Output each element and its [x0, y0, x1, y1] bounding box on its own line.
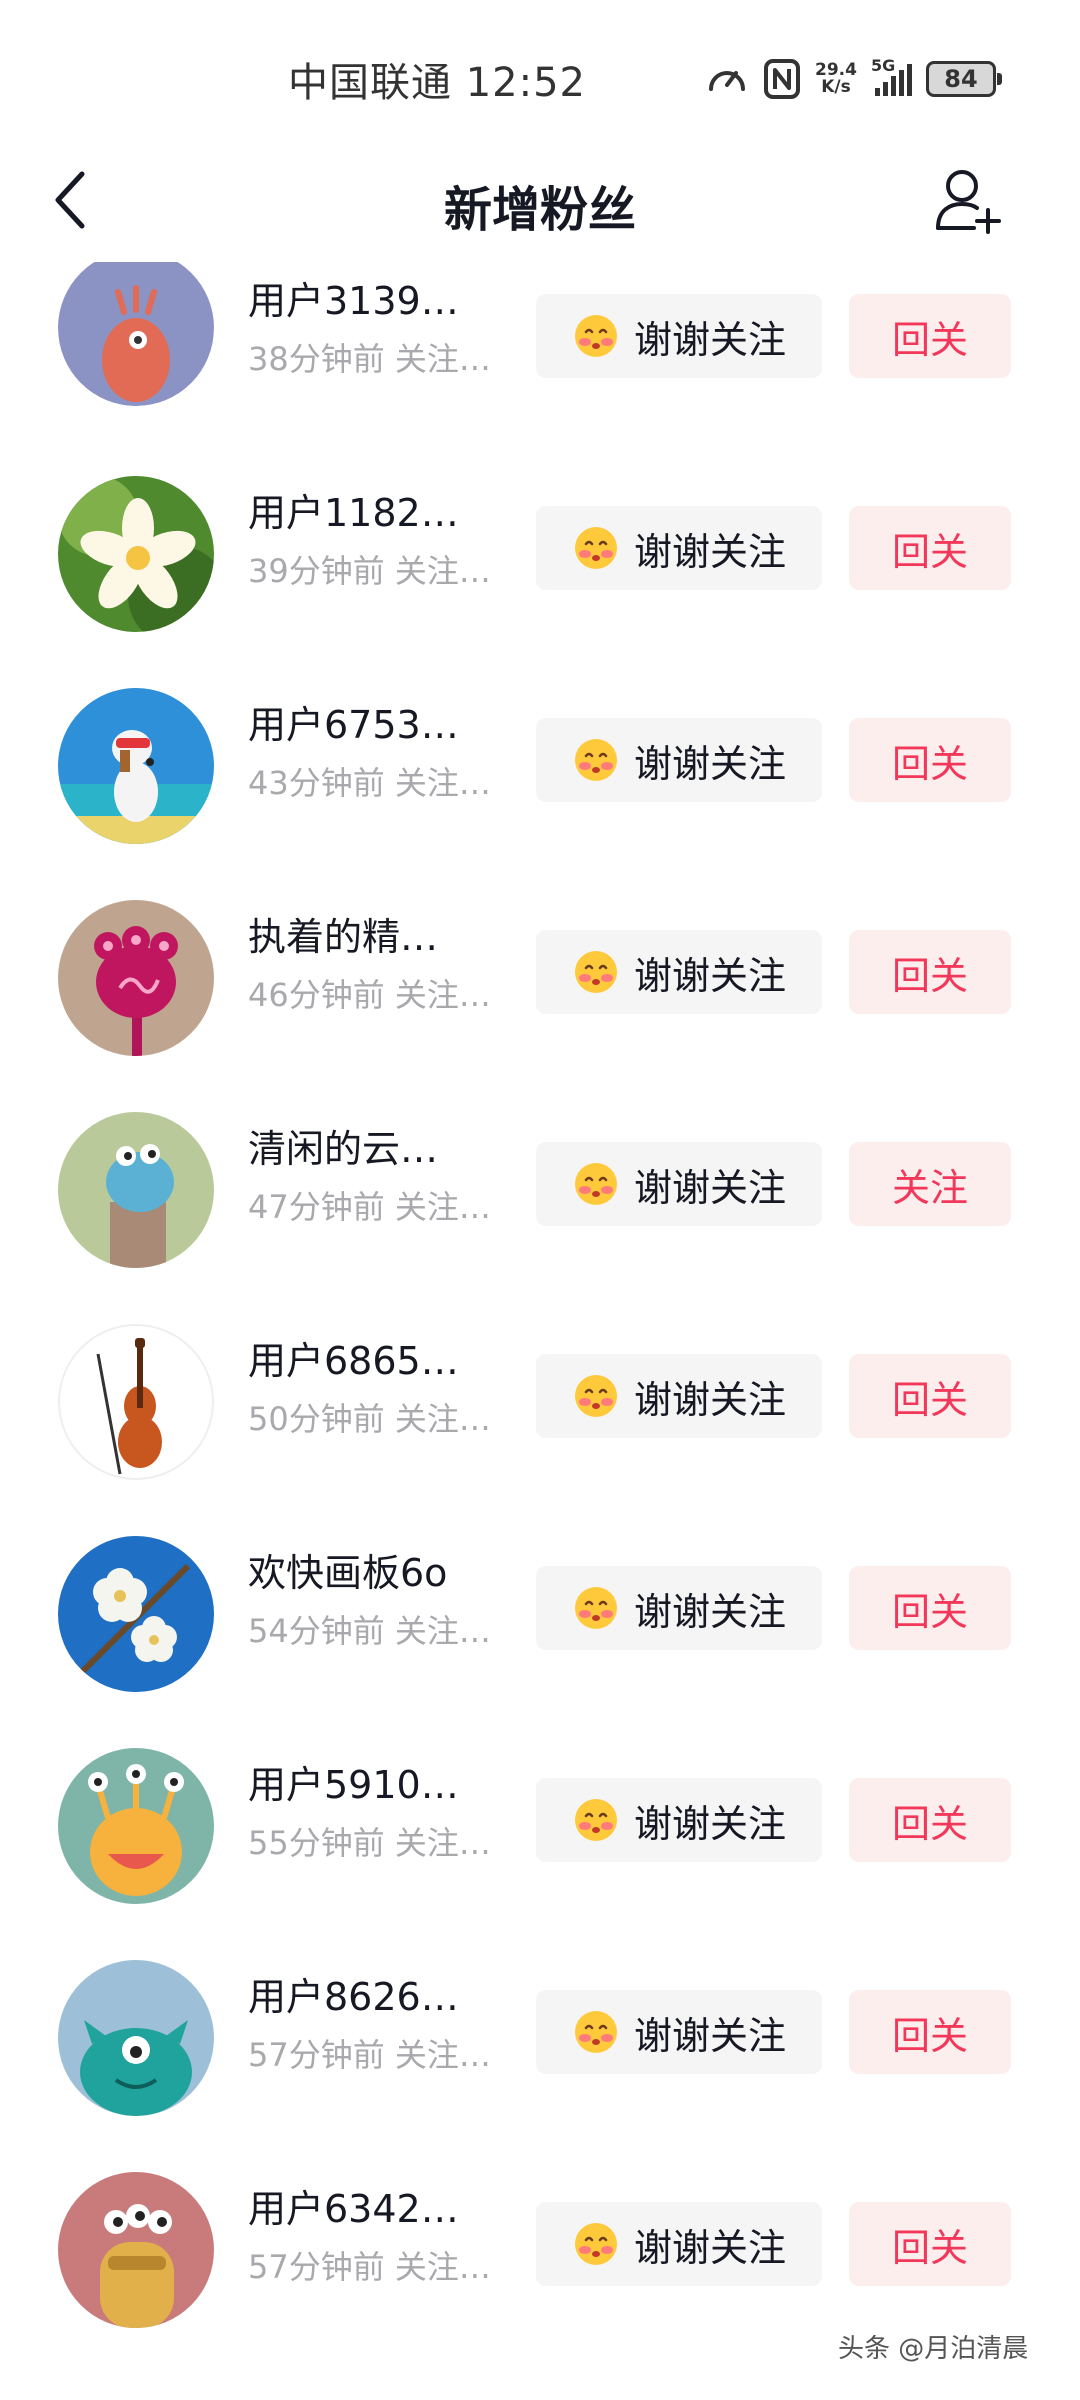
- list-item[interactable]: 用户5910… 55分钟前 关注… 谢谢关注 回关: [0, 1734, 1080, 1946]
- thanks-button[interactable]: 谢谢关注: [536, 506, 822, 590]
- avatar[interactable]: [58, 688, 214, 844]
- thanks-label: 谢谢关注: [633, 953, 786, 998]
- follower-subtitle: 43分钟前 关注…: [248, 764, 491, 802]
- thanks-button[interactable]: 谢谢关注: [536, 1142, 822, 1226]
- blushing-emoji-icon: [574, 2223, 617, 2265]
- follow-back-button[interactable]: 回关: [849, 930, 1011, 1014]
- follower-name[interactable]: 执着的精…: [248, 906, 438, 961]
- list-item[interactable]: 清闲的云… 47分钟前 关注… 谢谢关注 关注: [0, 1098, 1080, 1310]
- follow-back-button[interactable]: 回关: [849, 1566, 1011, 1650]
- carrier-time: 中国联通 12:52: [288, 60, 586, 106]
- net-speed-unit: K/s: [821, 77, 851, 97]
- follower-subtitle: 55分钟前 关注…: [248, 1824, 491, 1862]
- follow-back-button[interactable]: 回关: [849, 1778, 1011, 1862]
- follower-subtitle: 47分钟前 关注…: [248, 1188, 491, 1226]
- follower-subtitle: 46分钟前 关注…: [248, 976, 491, 1014]
- avatar[interactable]: [58, 1960, 214, 2116]
- blushing-emoji-icon: [574, 951, 617, 993]
- thanks-label: 谢谢关注: [633, 1165, 786, 1210]
- thanks-button[interactable]: 谢谢关注: [536, 718, 822, 802]
- nfc-icon: [764, 59, 800, 99]
- speed-icon: [709, 71, 745, 91]
- follow-button[interactable]: 关注: [849, 1142, 1011, 1226]
- blushing-emoji-icon: [574, 1163, 617, 1205]
- follow-back-button[interactable]: 回关: [849, 294, 1011, 378]
- follower-list: 用户3139… 38分钟前 关注… 谢谢关注 回关 用户1182… 39分钟前 …: [0, 250, 1080, 2370]
- blushing-emoji-icon: [574, 2011, 617, 2053]
- blushing-emoji-icon: [574, 1587, 617, 1629]
- net-speed: 29.4 K/s: [815, 62, 857, 96]
- follow-back-button[interactable]: 回关: [849, 718, 1011, 802]
- thanks-button[interactable]: 谢谢关注: [536, 294, 822, 378]
- avatar[interactable]: [58, 1112, 214, 1268]
- thanks-label: 谢谢关注: [633, 2225, 786, 2270]
- thanks-label: 谢谢关注: [633, 1589, 786, 1634]
- blushing-emoji-icon: [574, 1375, 617, 1417]
- thanks-label: 谢谢关注: [633, 741, 786, 786]
- avatar[interactable]: [58, 1748, 214, 1904]
- thanks-button[interactable]: 谢谢关注: [536, 1778, 822, 1862]
- follower-subtitle: 38分钟前 关注…: [248, 340, 491, 378]
- thanks-label: 谢谢关注: [633, 2013, 786, 2058]
- list-item[interactable]: 用户1182… 39分钟前 关注… 谢谢关注 回关: [0, 462, 1080, 674]
- nav-header: 新增粉丝: [0, 150, 1080, 250]
- signal-icon: 5G: [871, 56, 912, 96]
- status-icons: 29.4 K/s 5G 84: [705, 54, 1002, 104]
- battery-icon: 84: [925, 61, 1002, 97]
- follower-name[interactable]: 欢快画板6o: [248, 1542, 447, 1597]
- battery-level: 84: [944, 65, 978, 93]
- thanks-button[interactable]: 谢谢关注: [536, 1990, 822, 2074]
- list-item[interactable]: 欢快画板6o 54分钟前 关注… 谢谢关注 回关: [0, 1522, 1080, 1734]
- follower-subtitle: 54分钟前 关注…: [248, 1612, 491, 1650]
- avatar[interactable]: [58, 476, 214, 632]
- thanks-button[interactable]: 谢谢关注: [536, 1354, 822, 1438]
- follower-subtitle: 57分钟前 关注…: [248, 2036, 491, 2074]
- list-item[interactable]: 用户8626… 57分钟前 关注… 谢谢关注 回关: [0, 1946, 1080, 2158]
- signal-tag: 5G: [870, 56, 896, 75]
- follower-name[interactable]: 用户6753…: [248, 694, 459, 749]
- thanks-label: 谢谢关注: [633, 1801, 786, 1846]
- blushing-emoji-icon: [574, 1799, 617, 1841]
- list-item[interactable]: 用户3139… 38分钟前 关注… 谢谢关注 回关: [0, 250, 1080, 462]
- avatar[interactable]: [58, 1324, 214, 1480]
- status-bar: 中国联通 12:52 29.4 K/s 5G 84: [0, 0, 1080, 150]
- thanks-button[interactable]: 谢谢关注: [536, 2202, 822, 2286]
- follower-name[interactable]: 用户8626…: [248, 1966, 459, 2021]
- avatar[interactable]: [58, 2172, 214, 2328]
- list-item[interactable]: 用户6865… 50分钟前 关注… 谢谢关注 回关: [0, 1310, 1080, 1522]
- avatar[interactable]: [58, 1536, 214, 1692]
- avatar[interactable]: [58, 900, 214, 1056]
- thanks-button[interactable]: 谢谢关注: [536, 930, 822, 1014]
- list-item[interactable]: 用户6753… 43分钟前 关注… 谢谢关注 回关: [0, 674, 1080, 886]
- add-user-icon[interactable]: [932, 164, 1004, 236]
- follow-back-button[interactable]: 回关: [849, 2202, 1011, 2286]
- list-item[interactable]: 执着的精… 46分钟前 关注… 谢谢关注 回关: [0, 886, 1080, 1098]
- thanks-label: 谢谢关注: [633, 317, 786, 362]
- follower-subtitle: 50分钟前 关注…: [248, 1400, 491, 1438]
- page-title: 新增粉丝: [443, 182, 636, 238]
- follower-name[interactable]: 用户5910…: [248, 1754, 459, 1809]
- blushing-emoji-icon: [574, 527, 617, 569]
- watermark: 头条 @月泊清晨: [838, 2334, 1029, 2364]
- blushing-emoji-icon: [574, 315, 617, 357]
- follower-name[interactable]: 用户3139…: [248, 270, 459, 325]
- follow-back-button[interactable]: 回关: [849, 506, 1011, 590]
- follow-back-button[interactable]: 回关: [849, 1354, 1011, 1438]
- blushing-emoji-icon: [574, 739, 617, 781]
- follower-name[interactable]: 用户6865…: [248, 1330, 459, 1385]
- avatar[interactable]: [58, 262, 214, 406]
- follow-back-button[interactable]: 回关: [849, 1990, 1011, 2074]
- thanks-label: 谢谢关注: [633, 529, 786, 574]
- follower-name[interactable]: 用户6342…: [248, 2178, 459, 2233]
- follower-subtitle: 39分钟前 关注…: [248, 552, 491, 590]
- follower-name[interactable]: 用户1182…: [248, 482, 459, 537]
- follower-subtitle: 57分钟前 关注…: [248, 2248, 491, 2286]
- follower-name[interactable]: 清闲的云…: [248, 1118, 438, 1173]
- thanks-button[interactable]: 谢谢关注: [536, 1566, 822, 1650]
- thanks-label: 谢谢关注: [633, 1377, 786, 1422]
